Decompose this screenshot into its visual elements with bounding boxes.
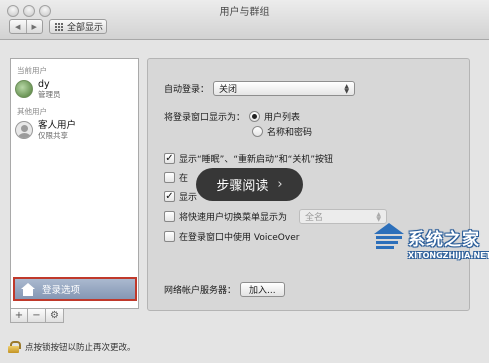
lock-row: 点按锁按钮以防止再次更改。 [8,341,136,353]
user-list-sidebar: 当前用户 dy 管理员 其他用户 客人用户 仅限共享 [10,58,139,309]
show-all-button[interactable]: 全部显示 [49,19,107,34]
checkbox-label: 显示“睡眠”、“重新启动”和“关机”按钮 [179,155,333,165]
user-name: 客人用户 [38,120,77,131]
login-window-display-row: 将登录窗口显示为： 用户列表 [164,110,300,123]
watermark-title: 系统之家 [408,230,480,250]
user-name: dy [38,79,50,90]
back-forward-group: ◀ ▶ [9,19,43,34]
current-user-section-label: 当前用户 [17,66,47,75]
radio-name-password-label[interactable]: 名称和密码 [267,125,312,138]
user-role: 管理员 [38,90,61,99]
watermark: 系统之家 XITONGZHIJIA.NET [372,221,489,279]
login-options-item[interactable]: 登录选项 [13,277,137,301]
auto-login-row: 自动登录： 关闭 ▲ ▼ [164,81,356,96]
checkbox-row: 在 [164,171,188,184]
auto-login-label: 自动登录： [164,85,210,95]
watermark-url: XITONGZHIJIA.NET [408,251,489,260]
checkbox-row: ✓ 显示 [164,190,197,203]
checkbox-row: ✓ 显示“睡眠”、“重新启动”和“关机”按钮 [164,152,333,165]
watermark-logo-icon [372,223,406,249]
user-item-guest[interactable]: 客人用户 仅限共享 [15,118,135,142]
lock-icon[interactable] [8,341,21,353]
guest-user-icon [15,121,33,139]
house-icon [21,282,35,296]
step-reading-overlay[interactable]: 步骤阅读 › [196,168,303,201]
checkbox-label: 在 [179,174,189,184]
radio-user-list-label[interactable]: 用户列表 [264,110,300,123]
network-server-row: 网络帐户服务器： 加入... [164,282,285,297]
checkbox-label: 显示 [179,193,198,203]
login-window-display-row-2: 名称和密码 [252,125,312,138]
popup-arrows-icon: ▲ ▼ [376,210,382,223]
show-all-label: 全部显示 [67,23,104,33]
users-groups-window: 用户与群组 ◀ ▶ 全部显示 当前用户 dy 管理员 其他用户 客人用户 仅限共… [0,0,489,363]
checkbox-item-3[interactable]: ✓ [164,191,175,202]
radio-name-password[interactable] [252,126,263,137]
sidebar-controls: + − ⚙ [10,309,139,323]
chevron-right-icon: › [277,177,283,192]
login-window-display-label: 将登录窗口显示为： [164,113,246,123]
checkbox-sleep-restart-shutdown[interactable]: ✓ [164,153,175,164]
fast-user-switch-value: 全名 [305,213,324,223]
join-server-button[interactable]: 加入... [240,282,285,297]
title-bar: 用户与群组 ◀ ▶ 全部显示 [0,0,489,40]
login-options-label: 登录选项 [42,285,81,296]
lock-text: 点按锁按钮以防止再次更改。 [25,343,136,353]
voiceover-label: 在登录窗口中使用 VoiceOver [179,233,300,243]
grid-icon [55,22,63,31]
voiceover-row: 在登录窗口中使用 VoiceOver [164,230,299,243]
fast-user-switch-label: 将快速用户切换菜单显示为 [179,213,288,223]
checkbox-fast-user-switch[interactable] [164,211,175,222]
add-user-button[interactable]: + [10,309,28,323]
other-users-section-label: 其他用户 [17,107,47,116]
auto-login-value: 关闭 [219,85,238,95]
user-item-dy[interactable]: dy 管理员 [15,77,135,101]
step-reading-label: 步骤阅读 [216,179,269,194]
checkbox-item-2[interactable] [164,172,175,183]
user-avatar-icon [15,80,33,98]
window-title: 用户与群组 [219,7,270,18]
auto-login-popup[interactable]: 关闭 ▲ ▼ [213,81,356,96]
network-server-label: 网络帐户服务器： [164,286,237,296]
radio-user-list[interactable] [249,111,261,122]
checkbox-voiceover[interactable] [164,231,175,242]
user-role: 仅限共享 [38,131,68,140]
back-button[interactable]: ◀ [10,20,26,33]
action-gear-button[interactable]: ⚙ [46,309,64,323]
popup-arrows-icon: ▲ ▼ [344,82,350,95]
remove-user-button[interactable]: − [28,309,46,323]
fast-user-switch-row: 将快速用户切换菜单显示为 全名 ▲ ▼ [164,209,388,224]
forward-button[interactable]: ▶ [25,20,43,33]
